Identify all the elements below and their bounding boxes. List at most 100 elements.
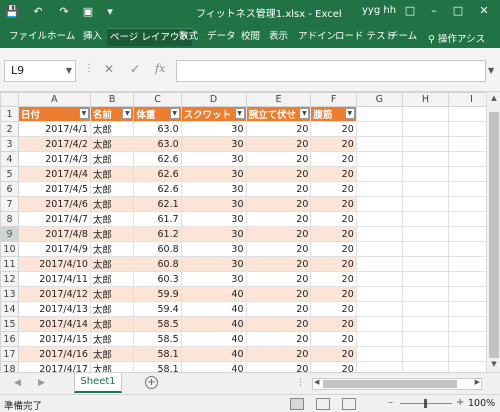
table-cell[interactable]: 太郎 [89,346,135,362]
table-cell[interactable]: 30 [180,211,247,227]
table-header-cell[interactable]: 腹筋 ▼ [310,106,357,122]
row-header[interactable]: 7 [0,196,19,212]
minimize-button[interactable]: – [424,2,444,20]
table-cell[interactable]: 2017/4/8 [17,226,91,242]
table-cell[interactable]: 20 [245,316,312,332]
tab-5[interactable]: データ [204,28,239,46]
empty-cell[interactable] [401,106,450,122]
row-header[interactable]: 8 [0,211,19,227]
row-header[interactable]: 1 [0,106,19,122]
empty-cell[interactable] [355,256,403,272]
page-layout-view-icon[interactable] [316,398,330,410]
scroll-right-icon[interactable]: ▶ [475,378,480,386]
name-box[interactable]: L9 ▼ [4,60,76,82]
undo-icon[interactable]: ↶ [30,4,46,20]
row-header[interactable]: 5 [0,166,19,182]
table-cell[interactable]: 30 [180,136,247,152]
table-cell[interactable]: 2017/4/17 [17,361,91,372]
table-cell[interactable]: 20 [310,136,357,152]
table-cell[interactable]: 30 [180,181,247,197]
table-cell[interactable]: 58.1 [133,346,182,362]
table-cell[interactable]: 2017/4/16 [17,346,91,362]
table-cell[interactable]: 30 [180,151,247,167]
table-cell[interactable]: 太郎 [89,301,135,317]
table-cell[interactable]: 太郎 [89,166,135,182]
tab-4[interactable]: 数式 [176,28,201,46]
zoom-in-icon[interactable]: + [456,397,464,408]
empty-cell[interactable] [355,346,403,362]
table-row[interactable]: 13 2017/4/12 太郎 59.9 40 20 20 [0,286,500,302]
redo-icon[interactable]: ↷ [56,4,72,20]
table-cell[interactable]: 太郎 [89,331,135,347]
table-cell[interactable]: 20 [245,136,312,152]
empty-cell[interactable] [401,271,450,287]
filter-dropdown-icon[interactable]: ▼ [78,108,89,119]
empty-cell[interactable] [355,196,403,212]
table-cell[interactable]: 20 [310,331,357,347]
empty-cell[interactable] [401,166,450,182]
table-row[interactable]: 16 2017/4/15 太郎 58.5 40 20 20 [0,331,500,347]
table-cell[interactable]: 20 [245,166,312,182]
table-row[interactable]: 3 2017/4/2 太郎 63.0 30 20 20 [0,136,500,152]
table-row[interactable]: 11 2017/4/10 太郎 60.8 30 20 20 [0,256,500,272]
empty-cell[interactable] [401,346,450,362]
table-row[interactable]: 4 2017/4/3 太郎 62.6 30 20 20 [0,151,500,167]
table-cell[interactable]: 20 [310,301,357,317]
column-header-a[interactable]: A [17,92,91,107]
sheet-tab-sheet1[interactable]: Sheet1 [74,373,122,393]
empty-cell[interactable] [355,121,403,137]
empty-cell[interactable] [355,316,403,332]
empty-cell[interactable] [401,256,450,272]
page-break-view-icon[interactable] [342,398,356,410]
table-cell[interactable]: 太郎 [89,286,135,302]
empty-cell[interactable] [401,286,450,302]
table-cell[interactable]: 40 [180,301,247,317]
row-header[interactable]: 14 [0,301,19,317]
table-cell[interactable]: 30 [180,256,247,272]
table-cell[interactable]: 20 [310,121,357,137]
table-cell[interactable]: 20 [245,121,312,137]
table-cell[interactable]: 太郎 [89,121,135,137]
table-cell[interactable]: 30 [180,166,247,182]
table-header-cell[interactable]: スクワット ▼ [180,106,247,122]
insert-function-icon[interactable]: fx [155,62,165,75]
table-cell[interactable]: 20 [245,196,312,212]
row-header[interactable]: 18 [0,361,19,372]
table-cell[interactable]: 2017/4/12 [17,286,91,302]
empty-cell[interactable] [401,361,450,372]
filter-dropdown-icon[interactable]: ▼ [344,108,355,119]
formula-input[interactable] [176,60,486,82]
table-cell[interactable]: 20 [310,196,357,212]
table-header-row[interactable]: 1 日付 ▼ 名前 ▼ 体重 ▼ スクワット ▼ 腕立て伏せ ▼ 腹筋 ▼ [0,106,500,122]
table-cell[interactable]: 62.6 [133,181,182,197]
table-cell[interactable]: 太郎 [89,211,135,227]
table-cell[interactable]: 2017/4/13 [17,301,91,317]
row-header[interactable]: 6 [0,181,19,197]
zoom-out-icon[interactable]: – [388,397,393,408]
row-header[interactable]: 4 [0,151,19,167]
empty-cell[interactable] [401,196,450,212]
empty-cell[interactable] [355,166,403,182]
table-cell[interactable]: 20 [310,211,357,227]
user-name[interactable]: yyg hh [362,5,396,16]
tab-1[interactable]: ホーム [44,28,78,46]
table-cell[interactable]: 60.8 [133,256,182,272]
enter-icon[interactable]: ✓ [130,62,140,76]
scroll-thumb[interactable] [323,380,457,388]
scroll-left-icon[interactable]: ◀ [314,378,319,386]
row-header[interactable]: 2 [0,121,19,137]
table-header-cell[interactable]: 腕立て伏せ ▼ [245,106,312,122]
table-cell[interactable]: 20 [245,181,312,197]
table-row[interactable]: 12 2017/4/11 太郎 60.3 30 20 20 [0,271,500,287]
row-header[interactable]: 9 [0,226,19,242]
table-cell[interactable]: 62.6 [133,166,182,182]
column-header-d[interactable]: D [180,92,247,107]
table-cell[interactable]: 2017/4/10 [17,256,91,272]
table-cell[interactable]: 20 [310,256,357,272]
empty-cell[interactable] [355,301,403,317]
table-cell[interactable]: 20 [245,226,312,242]
empty-cell[interactable] [355,361,403,372]
table-cell[interactable]: 63.0 [133,136,182,152]
row-header[interactable]: 16 [0,331,19,347]
table-cell[interactable]: 40 [180,361,247,372]
